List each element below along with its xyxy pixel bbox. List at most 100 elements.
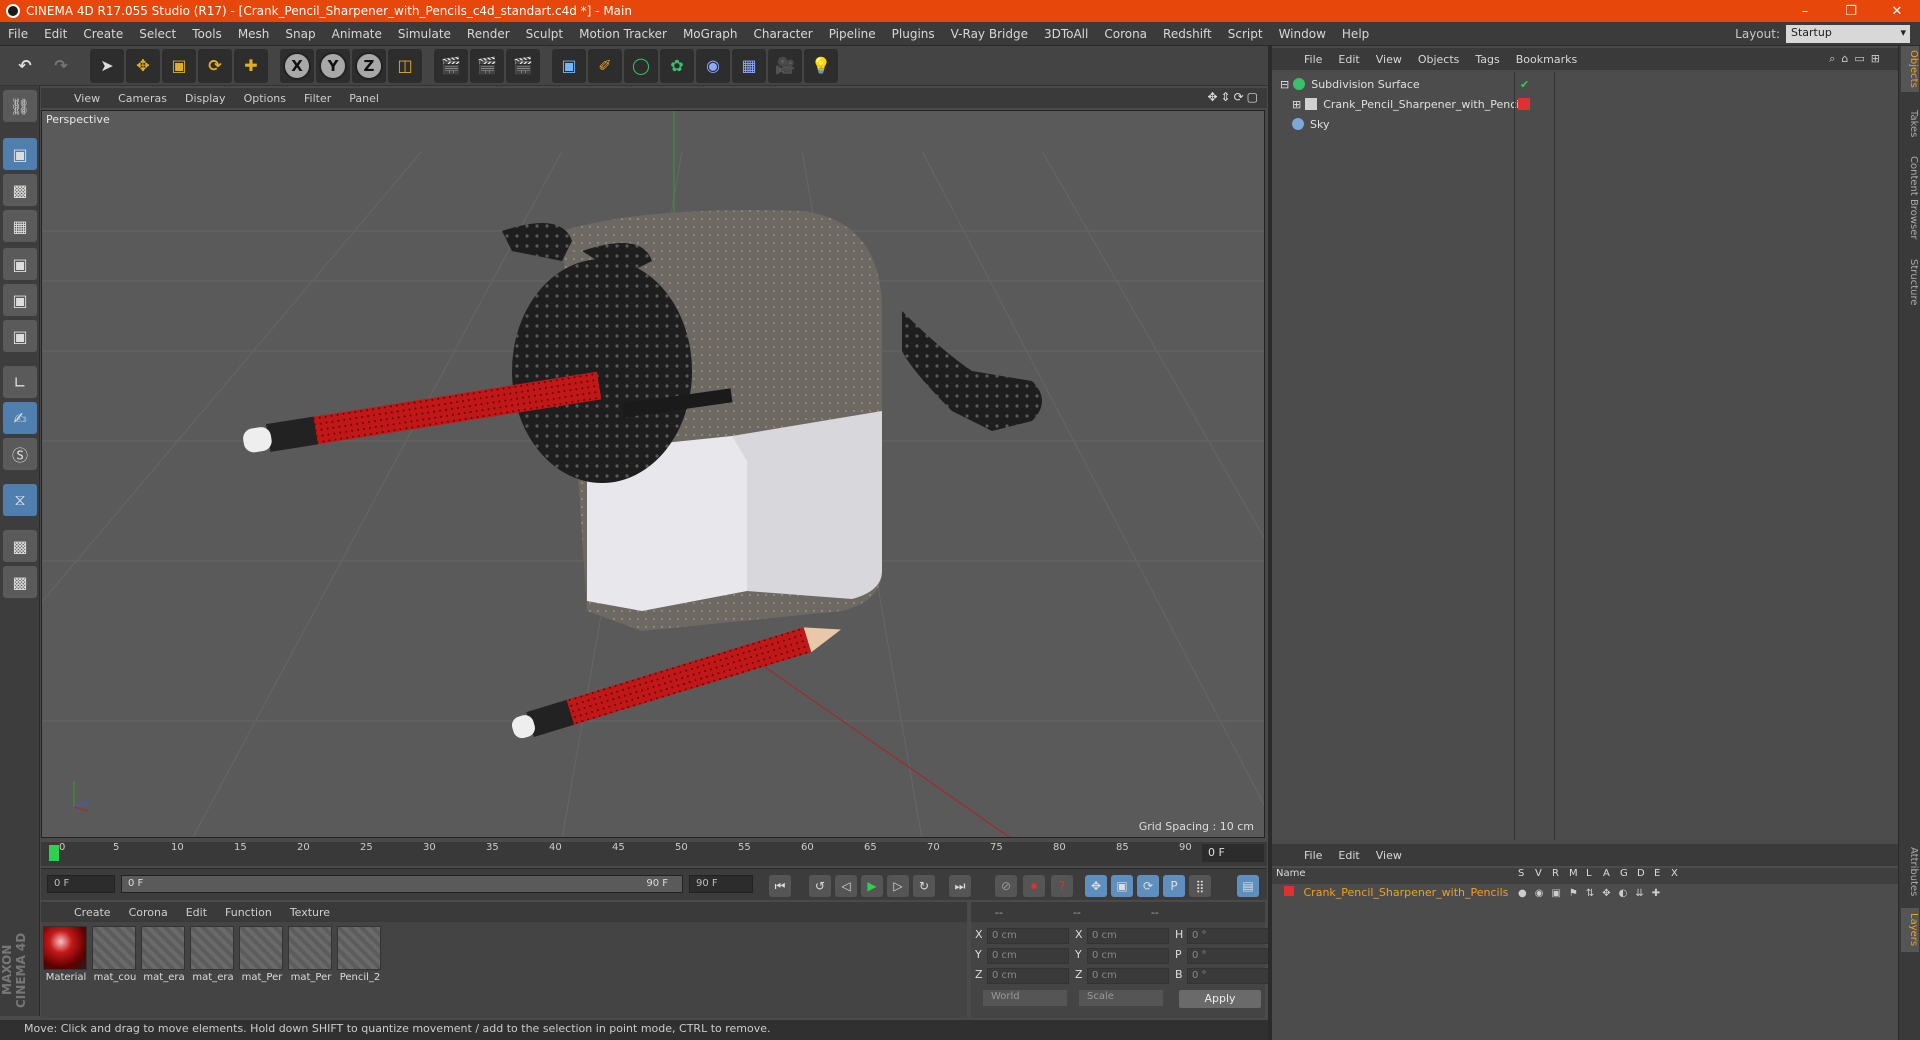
objects-menu-tags[interactable]: Tags: [1467, 53, 1507, 66]
menu-corona[interactable]: Corona: [1096, 27, 1155, 41]
viewport-nav-icons[interactable]: ✥⇕⟳▢: [1207, 90, 1261, 104]
planar-workplane-icon[interactable]: ▩: [3, 566, 37, 598]
menu-help[interactable]: Help: [1334, 27, 1377, 41]
menu-vray-bridge[interactable]: V-Ray Bridge: [943, 27, 1036, 41]
go-to-end-icon[interactable]: ⏭: [949, 875, 971, 897]
viewport-menu-options[interactable]: Options: [235, 92, 295, 105]
key-parameter-icon[interactable]: P: [1163, 875, 1185, 897]
menu-redshift[interactable]: Redshift: [1155, 27, 1220, 41]
size-z-field[interactable]: 0 cm: [1087, 968, 1169, 984]
close-button[interactable]: ✕: [1874, 0, 1920, 22]
enabled-check-icon[interactable]: ✔: [1520, 78, 1529, 91]
menu-pipeline[interactable]: Pipeline: [821, 27, 884, 41]
timeline-window-icon[interactable]: ▤: [1237, 875, 1259, 897]
layer-toggle-icons[interactable]: ●◉▣⚑⇅✥◐⇊✚: [1518, 888, 1668, 899]
object-row-sky[interactable]: Sky: [1272, 114, 1898, 134]
rotation-p-field[interactable]: 0 °: [1187, 948, 1269, 964]
menu-animate[interactable]: Animate: [324, 27, 390, 41]
objects-menu-file[interactable]: File: [1296, 53, 1330, 66]
layer-row[interactable]: Crank_Pencil_Sharpener_with_Pencils ●◉▣⚑…: [1272, 886, 1898, 904]
model-mode-icon[interactable]: ▣: [3, 138, 37, 170]
deformer-icon[interactable]: ◉: [696, 48, 730, 83]
tab-layers[interactable]: Layers: [1901, 908, 1919, 952]
layer-color-icon[interactable]: [1284, 886, 1294, 896]
live-selection-icon[interactable]: ✚: [234, 48, 268, 83]
previous-key-icon[interactable]: ↺: [809, 875, 831, 897]
key-rotation-icon[interactable]: ⟳: [1137, 875, 1159, 897]
key-scale-icon[interactable]: ▣: [1111, 875, 1133, 897]
display-color-tag-icon[interactable]: [1518, 98, 1530, 110]
restore-button[interactable]: ❐: [1828, 0, 1874, 22]
render-view-icon[interactable]: 🎬: [434, 48, 468, 83]
tab-content-browser[interactable]: Content Browser: [1901, 150, 1919, 246]
menu-create[interactable]: Create: [75, 27, 131, 41]
object-row-subdivision-surface[interactable]: ⊟ Subdivision Surface ✔: [1272, 74, 1898, 94]
material-menu-create[interactable]: Create: [65, 906, 120, 919]
world-dropdown[interactable]: World: [983, 990, 1067, 1006]
viewport-menu-cameras[interactable]: Cameras: [109, 92, 176, 105]
y-axis-lock-button[interactable]: Y: [316, 48, 350, 83]
expand-icon[interactable]: ⊞: [1292, 98, 1301, 111]
key-pla-icon[interactable]: ⣿: [1189, 875, 1211, 897]
objects-menu-objects[interactable]: Objects: [1410, 53, 1468, 66]
step-forward-icon[interactable]: ▷: [887, 875, 909, 897]
viewport-menu-panel[interactable]: Panel: [340, 92, 388, 105]
collapse-icon[interactable]: ⊟: [1280, 78, 1289, 91]
render-picture-viewer-icon[interactable]: 🎬: [470, 48, 504, 83]
cube-primitive-icon[interactable]: ▣: [552, 48, 586, 83]
floor-environment-icon[interactable]: ▦: [732, 48, 766, 83]
rotation-b-field[interactable]: 0 °: [1187, 968, 1269, 984]
menu-simulate[interactable]: Simulate: [390, 27, 459, 41]
z-axis-lock-button[interactable]: Z: [352, 48, 386, 83]
scale-tool-icon[interactable]: ▣: [162, 48, 196, 83]
position-z-field[interactable]: 0 cm: [987, 968, 1069, 984]
end-frame-field[interactable]: 90 F: [689, 875, 753, 893]
viewport-menu-view[interactable]: View: [65, 92, 109, 105]
tab-objects[interactable]: Objects: [1901, 46, 1919, 92]
camera-icon[interactable]: 🎥: [768, 48, 802, 83]
play-forward-icon[interactable]: ▶: [861, 875, 883, 897]
menu-edit[interactable]: Edit: [36, 27, 75, 41]
undo-icon[interactable]: ↶: [8, 49, 42, 83]
auto-key-icon[interactable]: ⏺: [1023, 875, 1045, 897]
lock-workplane-icon[interactable]: ▩: [3, 530, 37, 562]
apply-button[interactable]: Apply: [1179, 990, 1261, 1008]
polygons-mode-icon[interactable]: ▣: [3, 320, 37, 352]
render-settings-icon[interactable]: 🎬: [506, 48, 540, 83]
timeline-ruler[interactable]: 0 5 10 15 20 25 30 35 40 45 50 55 60 65 …: [41, 842, 1267, 866]
tab-takes[interactable]: Takes: [1901, 104, 1919, 144]
menu-window[interactable]: Window: [1271, 27, 1334, 41]
frame-range-slider[interactable]: 0 F 90 F: [121, 875, 683, 893]
axis-mode-icon[interactable]: ∟: [3, 366, 37, 398]
step-back-icon[interactable]: ◁: [835, 875, 857, 897]
position-x-field[interactable]: 0 cm: [987, 928, 1069, 944]
move-tool-icon[interactable]: ✥: [126, 48, 160, 83]
menu-sculpt[interactable]: Sculpt: [518, 27, 571, 41]
objects-menu-bookmarks[interactable]: Bookmarks: [1508, 53, 1585, 66]
start-frame-field[interactable]: 0 F: [47, 875, 115, 893]
record-keys-icon[interactable]: ⊘: [995, 875, 1017, 897]
rotation-h-field[interactable]: 0 °: [1187, 928, 1269, 944]
menu-tools[interactable]: Tools: [184, 27, 230, 41]
magnet-tool-icon[interactable]: ⧖: [3, 484, 37, 516]
current-frame-field[interactable]: 0 F: [1202, 844, 1264, 862]
points-mode-icon[interactable]: ▣: [3, 248, 37, 280]
menu-file[interactable]: File: [0, 27, 36, 41]
material-swatch[interactable]: mat_era: [141, 926, 187, 983]
objects-menu-view[interactable]: View: [1368, 53, 1410, 66]
material-menu-texture[interactable]: Texture: [281, 906, 339, 919]
object-row-pencil-sharpener[interactable]: ⊞ Crank_Pencil_Sharpener_with_Pencils: [1272, 94, 1898, 114]
layers-menu-file[interactable]: File: [1296, 849, 1330, 862]
key-position-icon[interactable]: ✥: [1085, 875, 1107, 897]
go-to-start-icon[interactable]: ⏮: [769, 875, 791, 897]
array-cloner-icon[interactable]: ✿: [660, 48, 694, 83]
material-swatch[interactable]: mat_cou: [92, 926, 138, 983]
workplane-mode-icon[interactable]: ▦: [3, 210, 37, 242]
viewport-menu-display[interactable]: Display: [176, 92, 235, 105]
size-x-field[interactable]: 0 cm: [1087, 928, 1169, 944]
playhead-marker[interactable]: [49, 845, 59, 861]
menu-motion-tracker[interactable]: Motion Tracker: [571, 27, 675, 41]
menu-select[interactable]: Select: [131, 27, 184, 41]
layers-menu-view[interactable]: View: [1368, 849, 1410, 862]
material-swatch[interactable]: mat_Per: [239, 926, 285, 983]
